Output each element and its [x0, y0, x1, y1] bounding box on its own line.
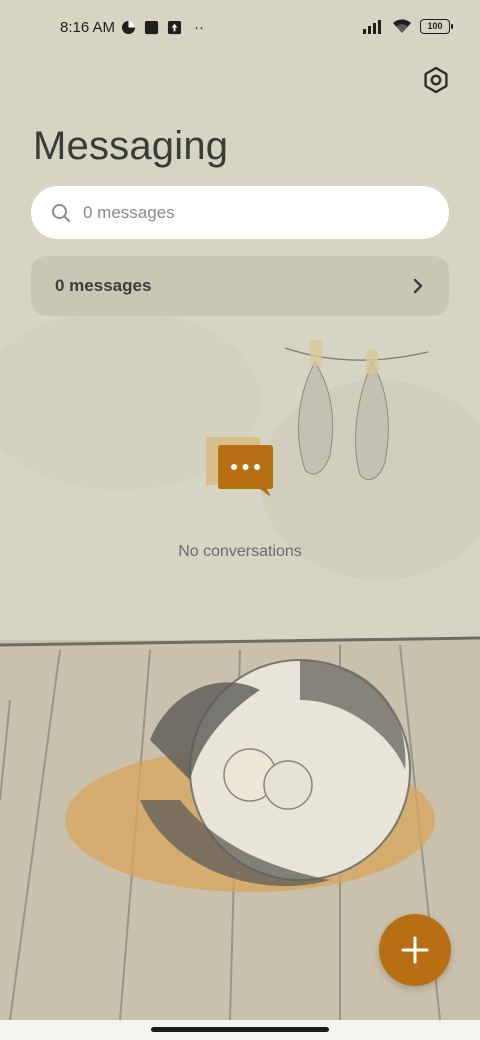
- upload-notification-icon: [167, 20, 182, 35]
- battery-level: 100: [427, 21, 443, 31]
- battery-icon: 100: [420, 18, 453, 34]
- status-right-icons: 100: [362, 18, 453, 34]
- square-notification-icon: [144, 20, 159, 35]
- more-dots-icon: ··: [194, 19, 204, 36]
- search-icon: [52, 203, 70, 222]
- search-bar[interactable]: 0 messages: [31, 186, 449, 239]
- navigation-bar: [0, 1020, 480, 1040]
- gesture-handle[interactable]: [151, 1027, 329, 1032]
- signal-icon: [363, 19, 381, 34]
- wifi-icon: [393, 19, 411, 33]
- page-title: Messaging: [33, 124, 229, 168]
- messages-summary-row[interactable]: 0 messages: [31, 256, 449, 316]
- search-input[interactable]: 0 messages: [83, 203, 175, 223]
- empty-state-text: No conversations: [178, 543, 302, 560]
- settings-hexagon-icon[interactable]: [420, 64, 452, 96]
- plus-icon: [401, 936, 429, 964]
- status-bar: 8:16 AM ·· 100: [0, 0, 480, 56]
- chat-bubbles-icon: [206, 437, 273, 497]
- status-notification-icons: ··: [121, 19, 204, 36]
- new-conversation-button[interactable]: [379, 914, 451, 986]
- status-time: 8:16 AM: [60, 19, 116, 36]
- data-saver-icon: [121, 20, 136, 35]
- messages-count-label: 0 messages: [55, 276, 152, 295]
- chevron-right-icon: [413, 278, 423, 294]
